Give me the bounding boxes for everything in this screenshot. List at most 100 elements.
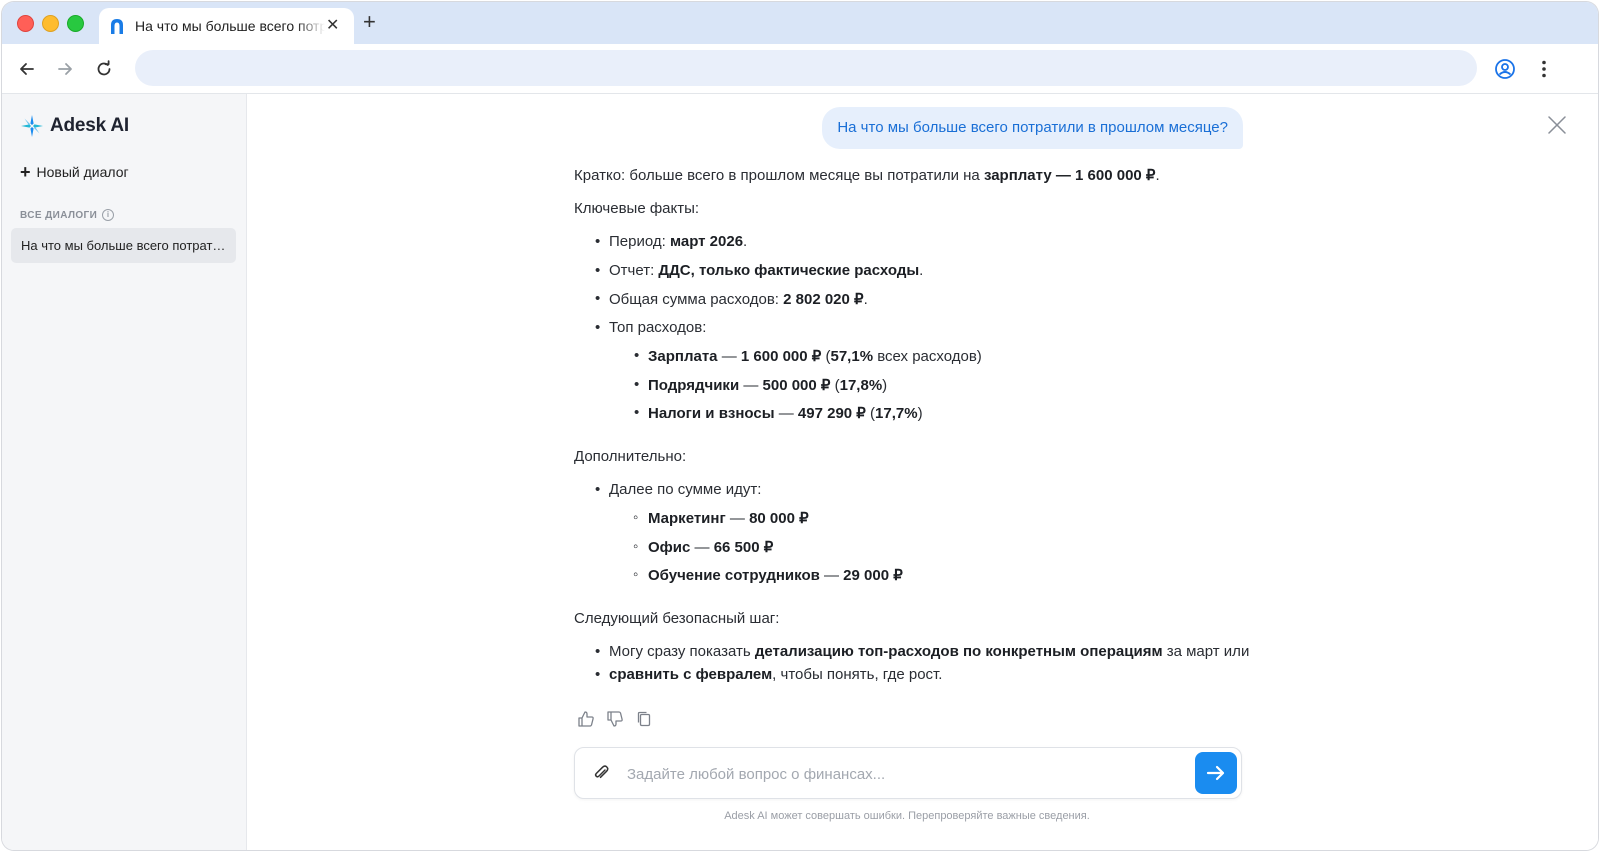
thumbs-down-icon[interactable]: [606, 710, 624, 728]
all-dialogs-header: ВСЕ ДИАЛОГИ i: [20, 209, 115, 221]
next-step-bold: детализацию топ-расходов по конкретным о…: [754, 643, 1163, 660]
expense-paren: (: [865, 405, 876, 422]
expense-percent: 17,8%: [839, 377, 883, 394]
adesk-logo-icon: [21, 115, 43, 137]
all-dialogs-label: ВСЕ ДИАЛОГИ: [20, 209, 98, 221]
expense-sep: —: [739, 377, 763, 394]
app-logo-text: Adesk AI: [50, 115, 130, 136]
expense-percent: 57,1%: [830, 348, 874, 365]
send-button[interactable]: [1195, 752, 1237, 794]
expense-amount: 1 600 000 ₽: [740, 348, 822, 365]
fact-item: Отчет: ДДС, только фактические расходы.: [595, 262, 924, 279]
dialog-title: На что мы больше всего потратили в прошл…: [21, 238, 227, 253]
tab-strip: На что мы больше всего потратили в прошл…: [2, 2, 1598, 44]
sidebar: Adesk AI + Новый диалог ВСЕ ДИАЛОГИ i На…: [2, 94, 247, 850]
top-expense-item: Подрядчики — 500 000 ₽ (17,8%): [634, 376, 888, 394]
message-composer: [574, 747, 1242, 799]
expense-paren: (: [821, 348, 831, 365]
expense-name: Налоги и взносы: [648, 405, 775, 422]
expense-amount: 497 290 ₽: [797, 405, 866, 422]
fact-label: Топ расходов:: [609, 319, 707, 336]
close-icon[interactable]: [1546, 114, 1568, 136]
expense-sep: —: [819, 567, 844, 584]
fact-end: .: [863, 291, 868, 308]
plus-icon: +: [20, 162, 31, 182]
attach-paperclip-icon[interactable]: [591, 763, 611, 783]
new-tab-button[interactable]: +: [363, 11, 376, 33]
expense-tail: ): [917, 405, 923, 422]
browser-tab-active[interactable]: На что мы больше всего потратили в прошл…: [99, 8, 354, 44]
answer-summary: Кратко: больше всего в прошлом месяце вы…: [574, 166, 1160, 184]
minimize-window-button[interactable]: [42, 15, 59, 32]
expense-amount: 500 000 ₽: [762, 377, 831, 394]
forward-arrow-icon[interactable]: [54, 58, 76, 80]
other-expense-item: Маркетинг — 80 000 ₽: [633, 509, 809, 527]
maximize-window-button[interactable]: [67, 15, 84, 32]
fact-label: Отчет:: [609, 262, 659, 279]
additional-item: Далее по сумме идут:: [595, 481, 761, 498]
top-expense-item: Налоги и взносы — 497 290 ₽ (17,7%): [634, 404, 923, 422]
copy-icon[interactable]: [635, 710, 653, 728]
key-facts-heading: Ключевые факты:: [574, 200, 700, 217]
chat-area: На что мы больше всего потратили в прошл…: [247, 94, 1598, 850]
user-message-bubble: На что мы больше всего потратили в прошл…: [822, 107, 1243, 149]
summary-text: Кратко: больше всего в прошлом месяце вы…: [574, 167, 984, 184]
expense-sep: —: [690, 539, 714, 556]
expense-name: Обучение сотрудников: [648, 567, 820, 584]
message-input[interactable]: [625, 760, 1189, 788]
ai-disclaimer: Adesk AI может совершать ошибки. Перепро…: [724, 810, 1090, 822]
next-step-text: за март или: [1162, 643, 1250, 660]
close-window-button[interactable]: [17, 15, 34, 32]
expense-sep: —: [774, 405, 798, 422]
other-expense-item: Обучение сотрудников — 29 000 ₽: [633, 566, 903, 584]
fact-value: ДДС, только фактические расходы: [658, 262, 920, 279]
summary-bold: зарплату — 1 600 000 ₽: [983, 167, 1156, 184]
new-dialog-label: Новый диалог: [36, 164, 129, 180]
expense-sep: —: [717, 348, 741, 365]
fact-item: Общая сумма расходов: 2 802 020 ₽.: [595, 290, 868, 308]
fact-item: Период: март 2026.: [595, 233, 748, 250]
sidebar-dialog-item[interactable]: На что мы больше всего потратили в прошл…: [11, 228, 236, 263]
profile-icon[interactable]: [1494, 58, 1516, 80]
expense-percent: 17,7%: [875, 405, 918, 422]
back-arrow-icon[interactable]: [16, 58, 38, 80]
expense-name: Маркетинг: [648, 510, 726, 527]
next-step-heading: Следующий безопасный шаг:: [574, 610, 780, 627]
adesk-favicon-icon: [111, 19, 123, 34]
info-icon[interactable]: i: [102, 209, 115, 221]
expense-tail: ): [882, 377, 888, 394]
thumbs-up-icon[interactable]: [577, 710, 595, 728]
next-step-item: Могу сразу показать детализацию топ-расх…: [595, 643, 1250, 660]
fact-end: .: [743, 233, 748, 250]
additional-heading: Дополнительно:: [574, 448, 687, 465]
reload-icon[interactable]: [93, 58, 115, 80]
send-arrow-icon: [1206, 765, 1225, 781]
expense-tail: всех расходов): [873, 348, 982, 365]
expense-name: Подрядчики: [648, 377, 740, 394]
next-step-text: , чтобы понять, где рост.: [772, 666, 943, 683]
browser-window: На что мы больше всего потратили в прошл…: [2, 2, 1598, 850]
expense-sep: —: [725, 510, 750, 527]
more-menu-icon[interactable]: [1533, 58, 1555, 80]
tab-close-icon[interactable]: ✕: [326, 18, 339, 34]
other-expense-item: Офис — 66 500 ₽: [633, 538, 774, 556]
top-expense-item: Зарплата — 1 600 000 ₽ (57,1% всех расхо…: [634, 347, 982, 365]
expense-amount: 66 500 ₽: [713, 539, 774, 556]
fact-label: Период:: [609, 233, 670, 250]
next-step-bold: сравнить с февралем: [609, 666, 773, 683]
next-step-item-cont: сравнить с февралем, чтобы понять, где р…: [595, 666, 943, 683]
summary-end: .: [1155, 167, 1160, 184]
browser-toolbar: [2, 44, 1598, 94]
expense-amount: 29 000 ₽: [843, 567, 903, 584]
fact-label: Общая сумма расходов:: [609, 291, 784, 308]
next-step-text: Могу сразу показать: [609, 643, 755, 660]
address-bar[interactable]: [135, 50, 1477, 86]
fact-end: .: [919, 262, 924, 279]
fact-value: март 2026: [669, 233, 744, 250]
expense-paren: (: [830, 377, 840, 394]
fact-value: 2 802 020 ₽: [783, 291, 864, 308]
expense-name: Зарплата: [648, 348, 718, 365]
fact-item: Топ расходов:: [595, 319, 707, 336]
new-dialog-button[interactable]: + Новый диалог: [20, 162, 129, 182]
expense-amount: 80 000 ₽: [749, 510, 809, 527]
